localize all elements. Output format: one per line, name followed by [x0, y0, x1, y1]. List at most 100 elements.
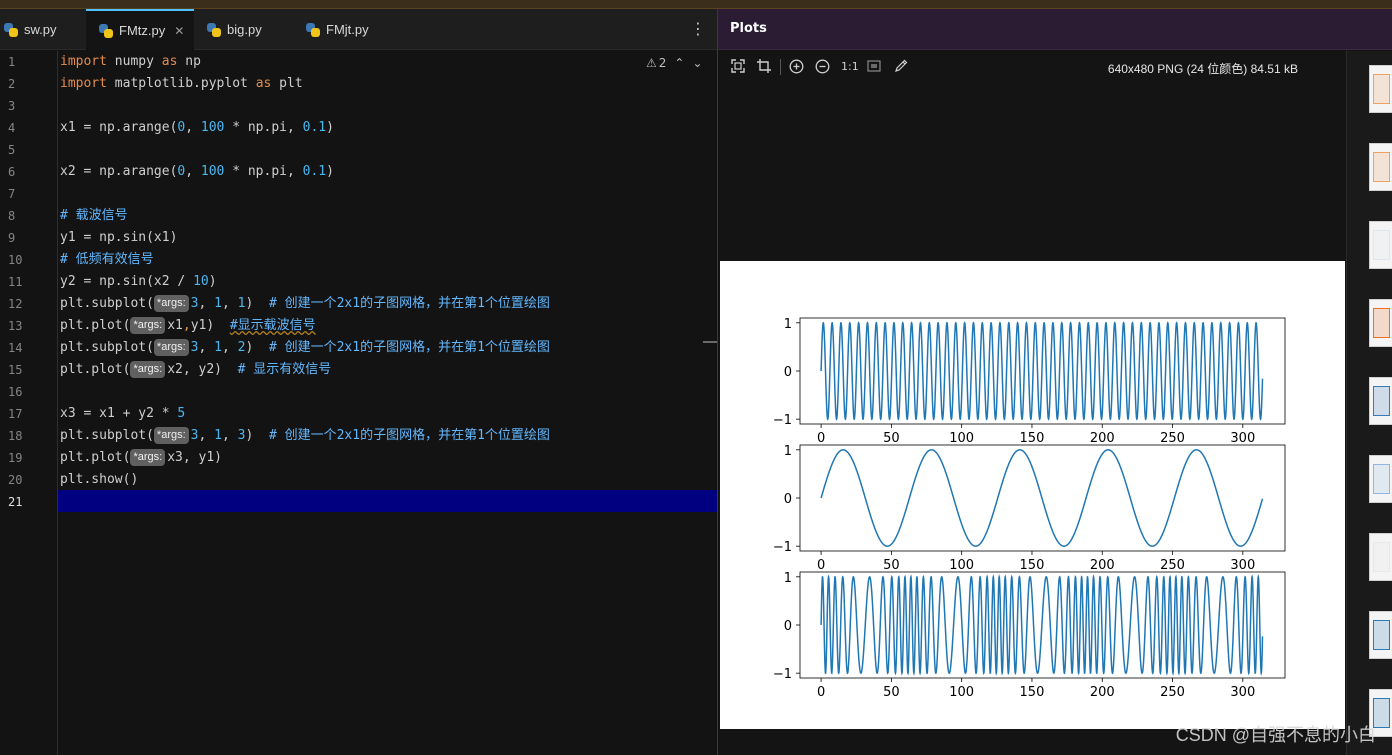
plot-thumbnail[interactable] [1369, 455, 1392, 503]
param-hint: *args: [153, 427, 189, 444]
y-tick-label: 0 [784, 492, 792, 507]
tab-sw-py[interactable]: sw.py [0, 9, 86, 50]
x-tick-label: 150 [1020, 431, 1045, 446]
x-tick-label: 200 [1090, 685, 1115, 700]
line-number: 19 [8, 451, 23, 465]
line-number: 7 [8, 187, 16, 201]
y-tick-label: 1 [784, 444, 792, 459]
tab-fmtz-py[interactable]: FMtz.py ✕ [86, 9, 194, 50]
chevron-down-icon[interactable]: ⌄ [692, 56, 702, 70]
line-number: 11 [8, 275, 23, 289]
x-tick-label: 200 [1090, 431, 1115, 446]
toolbar-separator [780, 59, 781, 75]
code-line-4: x1 = np.arange(0, 100 * np.pi, 0.1) [60, 120, 334, 135]
code-line-12: plt.subplot(*args: 3, 1, 1) # 创建一个2x1的子图网… [60, 295, 550, 312]
code-editor: sw.py FMtz.py ✕ big.py FMjt.py ⋮ 1234567… [0, 9, 717, 755]
code-line-14: plt.subplot(*args: 3, 1, 2) # 创建一个2x1的子图网… [60, 339, 550, 356]
line-number: 1 [8, 55, 16, 69]
color-picker-icon[interactable] [894, 59, 908, 73]
plot-thumbnail[interactable] [1369, 221, 1392, 269]
code-line-8: # 载波信号 [60, 208, 128, 223]
x-tick-label: 300 [1230, 431, 1255, 446]
series-line [820, 573, 1264, 677]
code-line-11: y2 = np.sin(x2 / 10) [60, 274, 217, 289]
tab-label: big.py [227, 22, 262, 37]
python-file-icon [207, 22, 221, 37]
editor-tab-bar: sw.py FMtz.py ✕ big.py FMjt.py ⋮ [0, 9, 717, 50]
code-line-18: plt.subplot(*args: 3, 1, 3) # 创建一个2x1的子图网… [60, 427, 550, 444]
line-number: 8 [8, 209, 16, 223]
line-number: 4 [8, 121, 16, 135]
code-area[interactable]: import numpy as np import matplotlib.pyp… [58, 51, 717, 755]
line-number-gutter: 1 2 3 4 5 6 7 8 9 10 11 12 13 14 15 16 17 18 19 20 21 [0, 51, 58, 755]
x-tick-label: 50 [883, 431, 900, 446]
x-tick-label: 300 [1230, 685, 1255, 700]
code-line-10: # 低频有效信号 [60, 252, 154, 267]
x-tick-label: 0 [817, 685, 825, 700]
plot-thumbnail[interactable] [1369, 533, 1392, 581]
code-line-9: y1 = np.sin(x1) [60, 230, 178, 245]
param-hint: *args: [153, 339, 189, 356]
x-tick-label: 300 [1230, 558, 1255, 573]
plot-image[interactable]: 0 50 100 150 200 250 300 −1 0 1 0 50 100 150 200 250 300… [720, 261, 1345, 729]
x-tick-label: 250 [1160, 685, 1185, 700]
line-number: 21 [8, 495, 23, 509]
x-tick-label: 50 [883, 685, 900, 700]
image-info: 640x480 PNG (24 位颜色) 84.51 kB [1107, 62, 1298, 76]
scrollbar-marker [703, 341, 717, 343]
plot-thumbnail[interactable] [1369, 377, 1392, 425]
close-icon[interactable]: ✕ [174, 24, 184, 38]
line-number: 3 [8, 99, 16, 113]
subplot-figure: 0 50 100 150 200 250 300−1010 50 100 150 200 250 300… [773, 317, 1286, 700]
plot-thumbnail[interactable] [1369, 611, 1392, 659]
code-line-20: plt.show() [60, 472, 139, 487]
param-hint: *args: [130, 317, 166, 334]
code-line-17: x3 = x1 + y2 * 5 [60, 406, 186, 421]
x-tick-label: 150 [1020, 558, 1045, 573]
line-number: 9 [8, 231, 16, 245]
background-toggle-icon[interactable] [867, 59, 881, 73]
y-tick-label: 0 [784, 365, 792, 380]
tab-fmjt-py[interactable]: FMjt.py [294, 9, 394, 50]
problems-indicator[interactable]: ⚠ 2 ⌃ ⌄ [646, 56, 703, 70]
line-number: 13 [8, 319, 23, 333]
plot-thumbnail[interactable] [1369, 65, 1392, 113]
title-bar [0, 0, 1392, 9]
zoom-in-icon[interactable] [789, 59, 804, 74]
chevron-up-icon[interactable]: ⌃ [674, 56, 684, 70]
param-hint: *args: [130, 449, 166, 466]
line-number: 20 [8, 473, 23, 487]
x-tick-label: 150 [1020, 685, 1045, 700]
y-tick-label: −1 [773, 540, 792, 555]
x-tick-label: 100 [949, 431, 974, 446]
tab-label: FMjt.py [326, 22, 369, 37]
x-tick-label: 50 [883, 558, 900, 573]
more-options-icon[interactable]: ⋮ [690, 21, 706, 37]
x-tick-label: 250 [1160, 558, 1185, 573]
warning-icon: ⚠ [646, 56, 657, 70]
x-tick-label: 250 [1160, 431, 1185, 446]
line-number: 17 [8, 407, 23, 421]
zoom-out-icon[interactable] [815, 59, 830, 74]
python-file-icon [306, 22, 320, 37]
x-tick-label: 100 [949, 558, 974, 573]
code-line-2: import matplotlib.pyplot as plt [60, 76, 303, 91]
tab-big-py[interactable]: big.py [194, 9, 294, 50]
tab-label: sw.py [24, 22, 57, 37]
tab-label: FMtz.py [119, 23, 166, 38]
series-line [820, 449, 1264, 547]
y-tick-label: 1 [784, 571, 792, 586]
x-tick-label: 100 [949, 685, 974, 700]
line-number: 12 [8, 297, 23, 311]
line-number: 5 [8, 143, 16, 157]
warning-count: 2 [658, 56, 667, 70]
plot-thumbnail[interactable] [1369, 299, 1392, 347]
crop-icon[interactable] [757, 59, 771, 73]
actual-size-button[interactable]: 1:1 [841, 60, 859, 74]
y-tick-label: −1 [773, 413, 792, 428]
fit-to-window-icon[interactable] [731, 59, 745, 73]
line-number: 15 [8, 363, 23, 377]
python-file-icon [4, 22, 18, 37]
plot-thumbnail[interactable] [1369, 143, 1392, 191]
y-tick-label: 0 [784, 619, 792, 634]
